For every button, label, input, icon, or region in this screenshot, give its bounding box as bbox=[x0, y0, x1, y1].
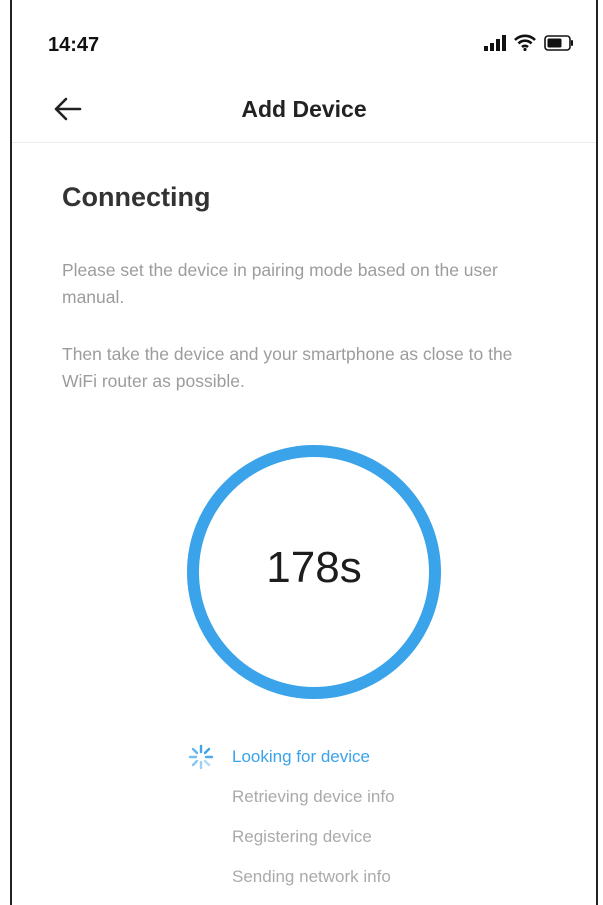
status-bar: 14:47 bbox=[12, 0, 596, 80]
countdown-timer: 178s bbox=[185, 443, 443, 701]
page-title: Add Device bbox=[241, 96, 367, 122]
signal-icon bbox=[484, 34, 506, 51]
instruction-text-2: Then take the device and your smartphone… bbox=[62, 344, 513, 391]
spinner-icon bbox=[188, 744, 214, 770]
connecting-heading: Connecting bbox=[62, 182, 211, 212]
status-icons bbox=[484, 34, 574, 51]
step-sending-network-info: Sending network info bbox=[232, 867, 391, 886]
wifi-icon bbox=[514, 34, 536, 51]
status-time: 14:47 bbox=[48, 34, 100, 56]
step-retrieving-device-info: Retrieving device info bbox=[232, 787, 395, 806]
battery-icon bbox=[544, 34, 573, 51]
instruction-text-1: Please set the device in pairing mode ba… bbox=[62, 260, 498, 307]
app-header: Add Device bbox=[12, 76, 596, 143]
step-registering-device: Registering device bbox=[232, 827, 372, 846]
phone-screen: 14:47 Add Device Connecting Please set t… bbox=[10, 0, 598, 905]
timer-value: 178s bbox=[266, 543, 362, 592]
step-looking-for-device: Looking for device bbox=[232, 747, 370, 766]
